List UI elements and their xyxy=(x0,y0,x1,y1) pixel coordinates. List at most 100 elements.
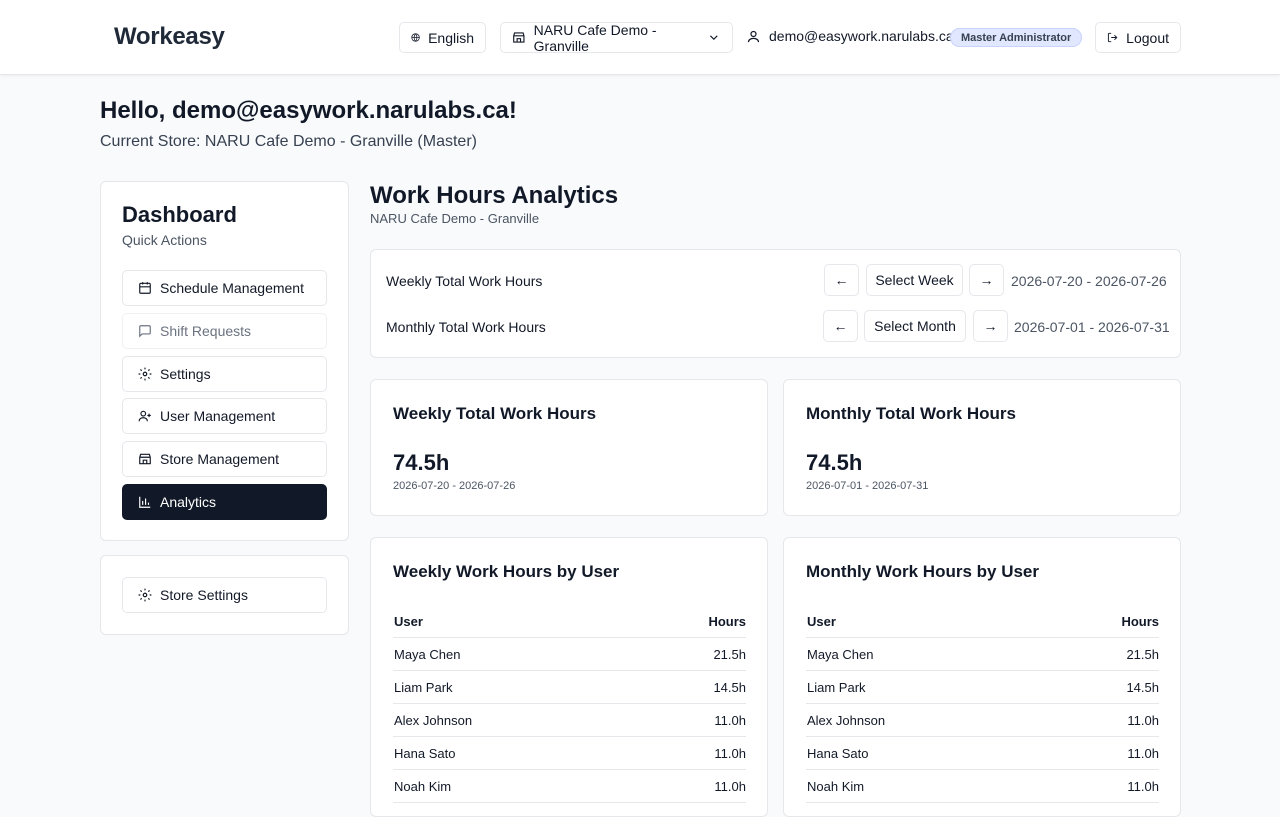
card-title: Weekly Work Hours by User xyxy=(393,562,620,581)
col-hours-header: Hours xyxy=(708,614,746,629)
logout-label: Logout xyxy=(1126,29,1169,46)
table-row: Alex Johnson 11.0h xyxy=(393,704,746,737)
sidebar-item-shift-requests[interactable]: Shift Requests xyxy=(122,313,327,349)
monthly-hours-table: User Hours Maya Chen 21.5h Liam Park 14.5h… xyxy=(806,606,1159,803)
sidebar-item-store-management[interactable]: Store Management xyxy=(122,441,327,477)
card-title: Monthly Work Hours by User xyxy=(806,562,1039,581)
stat-value: 74.5h xyxy=(393,450,450,475)
language-button[interactable]: English xyxy=(399,22,486,53)
sidebar-item-label: Settings xyxy=(160,366,211,382)
date-range-panel: Weekly Total Work Hours ← Select Week → … xyxy=(370,249,1181,358)
cell-user: Liam Park xyxy=(394,679,453,695)
monthly-range-label: Monthly Total Work Hours xyxy=(386,319,546,335)
sidebar-item-label: User Management xyxy=(160,408,276,424)
user-info: demo@easywork.narulabs.ca xyxy=(746,28,954,44)
weekly-hours-table-card: Weekly Work Hours by User User Hours May… xyxy=(370,537,768,817)
logout-icon xyxy=(1107,32,1118,43)
weekly-range-label: Weekly Total Work Hours xyxy=(386,273,543,289)
store-icon xyxy=(513,32,525,43)
cell-hours: 14.5h xyxy=(1126,679,1159,695)
store-selector-label: NARU Cafe Demo - Granville xyxy=(533,21,657,54)
monthly-total-card: Monthly Total Work Hours 74.5h 2026-07-0… xyxy=(783,379,1181,516)
logout-button[interactable]: Logout xyxy=(1095,22,1181,53)
cell-hours: 11.0h xyxy=(1127,745,1159,761)
cell-hours: 11.0h xyxy=(714,778,746,794)
language-label: English xyxy=(428,29,474,46)
user-plus-icon xyxy=(138,410,151,422)
calendar-icon xyxy=(139,282,151,294)
role-badge: Master Administrator xyxy=(950,28,1083,47)
next-week-button[interactable]: → xyxy=(969,264,1004,296)
sidebar-title: Dashboard xyxy=(122,202,237,227)
chevron-down-icon xyxy=(710,35,719,41)
table-header: User Hours xyxy=(393,606,746,638)
stat-range: 2026-07-20 - 2026-07-26 xyxy=(393,480,516,492)
gear-icon xyxy=(138,367,152,381)
col-user-header: User xyxy=(394,614,423,629)
select-week-button[interactable]: Select Week xyxy=(866,264,963,296)
cell-user: Hana Sato xyxy=(807,745,869,761)
col-user-header: User xyxy=(807,614,836,629)
cell-user: Maya Chen xyxy=(394,646,461,662)
table-row: Maya Chen 21.5h xyxy=(806,638,1159,671)
cell-user: Maya Chen xyxy=(807,646,874,662)
page-title: Work Hours Analytics xyxy=(370,182,619,209)
weekly-range-text: 2026-07-20 - 2026-07-26 xyxy=(1011,273,1167,289)
bar-chart-icon xyxy=(139,496,151,508)
card-title: Weekly Total Work Hours xyxy=(393,404,597,423)
sidebar-item-label: Analytics xyxy=(160,494,217,510)
cell-hours: 21.5h xyxy=(713,646,746,662)
cell-user: Noah Kim xyxy=(807,778,865,794)
brand-logo[interactable]: Workeasy xyxy=(114,23,225,51)
sidebar-item-user-management[interactable]: User Management xyxy=(122,398,327,434)
monthly-range-text: 2026-07-01 - 2026-07-31 xyxy=(1014,319,1170,335)
message-icon xyxy=(139,325,151,338)
sidebar-subtitle: Quick Actions xyxy=(122,232,207,248)
prev-week-button[interactable]: ← xyxy=(824,264,859,296)
store-settings-panel: Store Settings xyxy=(100,555,349,635)
table-row: Liam Park 14.5h xyxy=(393,671,746,704)
top-navbar: Workeasy English NARU Cafe Demo - Granvi… xyxy=(0,0,1280,75)
select-month-button[interactable]: Select Month xyxy=(864,310,966,342)
sidebar-item-label: Store Settings xyxy=(160,587,248,603)
sidebar-item-settings[interactable]: Settings xyxy=(122,356,327,392)
user-icon xyxy=(747,30,760,42)
user-email: demo@easywork.narulabs.ca xyxy=(769,28,954,44)
sidebar-item-label: Schedule Management xyxy=(160,280,304,296)
table-row: Maya Chen 21.5h xyxy=(393,638,746,671)
cell-user: Liam Park xyxy=(807,679,866,695)
gear-icon xyxy=(138,588,152,602)
globe-icon xyxy=(411,33,420,42)
stat-range: 2026-07-01 - 2026-07-31 xyxy=(806,480,929,492)
table-row: Liam Park 14.5h xyxy=(806,671,1159,704)
weekly-hours-table: User Hours Maya Chen 21.5h Liam Park 14.5h… xyxy=(393,606,746,803)
cell-hours: 11.0h xyxy=(1127,712,1159,728)
next-month-button[interactable]: → xyxy=(973,310,1008,342)
col-hours-header: Hours xyxy=(1121,614,1159,629)
cell-hours: 11.0h xyxy=(714,712,746,728)
table-row: Hana Sato 11.0h xyxy=(393,737,746,770)
store-selector[interactable]: NARU Cafe Demo - Granville xyxy=(500,21,733,54)
table-row: Alex Johnson 11.0h xyxy=(806,704,1159,737)
current-store-text: Current Store: NARU Cafe Demo - Granvill… xyxy=(100,133,477,150)
stat-value: 74.5h xyxy=(806,450,863,475)
sidebar-item-label: Shift Requests xyxy=(160,323,252,339)
dashboard-sidebar: Dashboard Quick Actions Schedule Managem… xyxy=(100,181,349,541)
greeting-heading: Hello, demo@easywork.narulabs.ca! xyxy=(100,97,517,124)
sidebar-item-store-settings[interactable]: Store Settings xyxy=(122,577,327,613)
sidebar-item-analytics[interactable]: Analytics xyxy=(122,484,327,520)
cell-user: Hana Sato xyxy=(394,745,456,761)
page-subtitle: NARU Cafe Demo - Granville xyxy=(370,211,540,226)
cell-hours: 11.0h xyxy=(1127,778,1159,794)
prev-month-button[interactable]: ← xyxy=(823,310,858,342)
cell-hours: 11.0h xyxy=(714,745,746,761)
table-row: Noah Kim 11.0h xyxy=(806,770,1159,803)
sidebar-item-schedule-management[interactable]: Schedule Management xyxy=(122,270,327,306)
monthly-hours-table-card: Monthly Work Hours by User User Hours Ma… xyxy=(783,537,1181,817)
weekly-total-card: Weekly Total Work Hours 74.5h 2026-07-20… xyxy=(370,379,768,516)
table-row: Hana Sato 11.0h xyxy=(806,737,1159,770)
cell-hours: 21.5h xyxy=(1126,646,1159,662)
table-header: User Hours xyxy=(806,606,1159,638)
cell-user: Alex Johnson xyxy=(394,712,473,728)
cell-hours: 14.5h xyxy=(713,679,746,695)
